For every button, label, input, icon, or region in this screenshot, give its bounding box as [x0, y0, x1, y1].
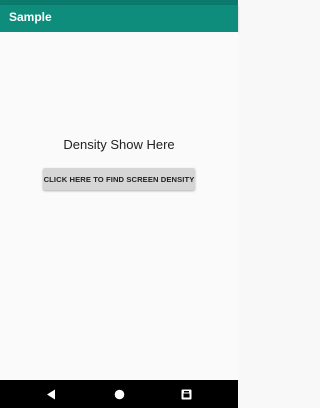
home-icon[interactable] [112, 387, 126, 401]
find-density-button[interactable]: CLICK HERE TO FIND SCREEN DENSITY [43, 168, 195, 190]
app-title: Sample [9, 10, 52, 24]
recents-icon[interactable] [179, 387, 193, 401]
app-bar: Sample [0, 5, 238, 32]
navigation-bar [0, 380, 238, 408]
main-content: Density Show Here CLICK HERE TO FIND SCR… [0, 32, 238, 380]
back-icon[interactable] [44, 387, 58, 401]
density-text: Density Show Here [63, 137, 175, 152]
